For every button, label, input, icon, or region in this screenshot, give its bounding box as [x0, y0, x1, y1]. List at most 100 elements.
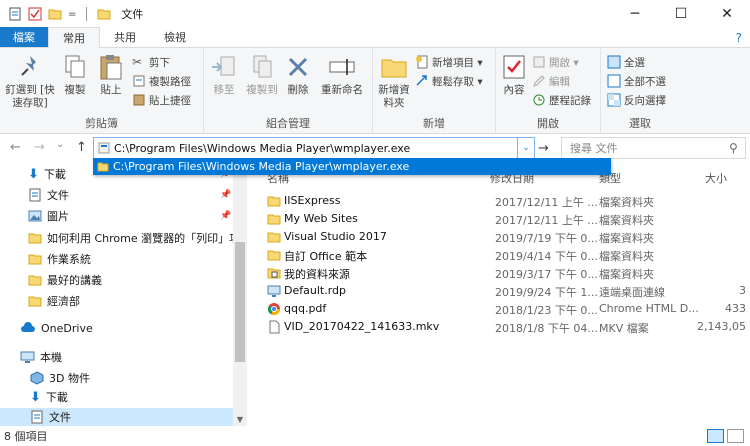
cut-button[interactable]: ✂ 剪下 [132, 54, 170, 70]
paste-button[interactable]: 貼上 [96, 52, 126, 97]
move-to-button[interactable]: 移至 [208, 52, 240, 97]
nav-item-folder[interactable]: 最好的講義 [28, 270, 102, 290]
delete-button[interactable]: 刪除 [284, 52, 312, 97]
item-count: 8 個項目 [4, 430, 48, 443]
file-row[interactable]: IISExpress 2017/12/11 上午 ... 檔案資料夾 [247, 192, 750, 210]
invert-selection-button[interactable]: 反向選擇 [607, 92, 666, 108]
file-row[interactable]: Visual Studio 2017 2019/7/19 下午 0... 檔案資… [247, 228, 750, 246]
file-row[interactable]: 自訂 Office 範本 2019/4/14 下午 0... 檔案資料夾 [247, 246, 750, 264]
pin-icon[interactable]: 📌 [220, 190, 231, 200]
select-all-button[interactable]: 全選 [607, 54, 645, 70]
nav-item-folder[interactable]: 如何利用 Chrome 瀏覽器的「列印」功能 [28, 228, 251, 248]
file-type: Chrome HTML D... [599, 302, 699, 315]
file-name: 自訂 Office 範本 [284, 250, 368, 263]
up-button[interactable]: ↑ [76, 140, 87, 155]
rename-button[interactable]: 重新命名 [316, 52, 368, 97]
pin-to-quick-access-button[interactable]: 釘選到 [快速存取] [4, 52, 56, 110]
nav-item-onedrive[interactable]: OneDrive [20, 318, 93, 338]
nav-item-folder[interactable]: 作業系統 [28, 249, 91, 269]
address-suggestion[interactable]: C:\Program Files\Windows Media Player\wm… [93, 158, 611, 175]
address-dropdown-button[interactable]: ⌄ [518, 137, 535, 159]
nav-item-documents[interactable]: 文件 [0, 408, 233, 426]
properties-button[interactable]: 內容 [500, 52, 528, 97]
copy-to-button[interactable]: 複製到 [244, 52, 280, 97]
nav-item-pictures[interactable]: 圖片 [28, 206, 69, 226]
file-row[interactable]: My Web Sites 2017/12/11 上午 ... 檔案資料夾 [247, 210, 750, 228]
history-button[interactable]: 歷程記錄 [532, 92, 591, 108]
nav-item-3d-objects[interactable]: 3D 物件 [30, 368, 90, 388]
back-button[interactable]: ← [10, 140, 21, 155]
close-button[interactable]: ✕ [704, 0, 750, 28]
cloud-icon [21, 322, 35, 332]
application-icon [98, 142, 110, 154]
maximize-button[interactable]: ☐ [658, 0, 704, 28]
nav-item-downloads[interactable]: ⬇ 下載 [28, 164, 66, 184]
file-row[interactable]: VID_20170422_141633.mkv 2018/1/8 下午 04..… [247, 318, 750, 336]
divider [86, 7, 88, 21]
properties-icon[interactable] [8, 7, 22, 21]
go-button[interactable]: → [538, 141, 549, 156]
file-icon [269, 320, 280, 334]
file-name: VID_20170422_141633.mkv [284, 320, 440, 333]
minimize-button[interactable]: ─ [612, 0, 658, 28]
view-buttons [707, 429, 744, 443]
scissors-icon: ✂ [132, 55, 143, 69]
new-folder-button[interactable]: 新增資料夾 [377, 52, 411, 110]
nav-item-label: 經濟部 [47, 295, 80, 308]
qat-dropdown-icon[interactable]: = [68, 9, 76, 20]
scrollbar-thumb[interactable] [235, 242, 245, 362]
nav-item-label: OneDrive [41, 321, 93, 335]
scroll-down-icon[interactable]: ▼ [233, 415, 247, 424]
file-name: Default.rdp [284, 284, 346, 297]
folder-icon [97, 9, 111, 20]
checkmark-icon[interactable] [28, 7, 42, 21]
nav-item-this-pc[interactable]: 本機 [20, 347, 62, 367]
open-label: 開啟 ▾ [549, 56, 579, 69]
properties-icon [503, 55, 525, 79]
new-item-button[interactable]: 新增項目 ▾ [415, 54, 483, 70]
file-row[interactable]: qqq.pdf 2018/1/23 下午 0... Chrome HTML D.… [247, 300, 750, 318]
select-none-button[interactable]: 全部不選 [607, 73, 666, 89]
pin-icon[interactable]: 📌 [220, 211, 231, 221]
open-button[interactable]: 開啟 ▾ [532, 54, 579, 70]
folder-icon [28, 233, 42, 244]
easy-access-button[interactable]: 輕鬆存取 ▾ [415, 73, 483, 89]
nav-item-documents[interactable]: 文件 [28, 185, 69, 205]
nav-scrollbar[interactable]: ▲ ▼ [233, 162, 247, 426]
nav-item-label: 如何利用 Chrome 瀏覽器的「列印」功能 [47, 232, 252, 245]
address-input[interactable]: C:\Program Files\Windows Media Player\wm… [93, 137, 518, 159]
column-header-size[interactable]: 大小 [705, 170, 727, 188]
large-icons-view-icon[interactable] [727, 429, 744, 443]
forward-button[interactable]: → [34, 140, 45, 155]
paste-label: 貼上 [100, 84, 122, 96]
recent-locations-button[interactable]: ⌄ [56, 139, 64, 150]
nav-item-label: 文件 [49, 411, 71, 424]
edit-button[interactable]: 編輯 [532, 73, 570, 89]
tab-view[interactable]: 檢視 [150, 27, 200, 47]
nav-item-label: 3D 物件 [49, 372, 90, 385]
file-type: MKV 檔案 [599, 322, 649, 335]
open-group: 內容 開啟 ▾ 編輯 歷程記錄 開啟 [496, 48, 601, 134]
paste-shortcut-button[interactable]: 貼上捷徑 [132, 92, 191, 108]
tab-file[interactable]: 檔案 [0, 27, 48, 47]
new-folder-icon[interactable] [48, 7, 62, 21]
help-icon[interactable]: ? [736, 31, 742, 45]
file-row[interactable]: 我的資料來源 2019/3/17 下午 0... 檔案資料夾 [247, 264, 750, 282]
file-type: 遠端桌面連線 [599, 286, 665, 299]
nav-item-downloads[interactable]: ⬇ 下載 [30, 387, 68, 407]
search-input[interactable]: 搜尋 文件 [561, 137, 746, 159]
details-view-icon[interactable] [707, 429, 724, 443]
nav-item-folder[interactable]: 經濟部 [28, 291, 80, 311]
new-item-label: 新增項目 ▾ [432, 56, 483, 69]
tab-share[interactable]: 共用 [100, 27, 150, 47]
file-name: My Web Sites [284, 212, 358, 225]
file-row[interactable]: Default.rdp 2019/9/24 下午 1... 遠端桌面連線 3 [247, 282, 750, 300]
copy-path-button[interactable]: 複製路徑 [132, 73, 191, 89]
open-group-label: 開啟 [537, 117, 559, 130]
file-name: Visual Studio 2017 [284, 230, 387, 243]
file-date: 2018/1/23 下午 0... [495, 304, 598, 317]
file-date: 2017/12/11 上午 ... [495, 214, 598, 227]
documents-icon [31, 410, 43, 424]
copy-button[interactable]: 複製 [60, 52, 90, 97]
tab-home[interactable]: 常用 [48, 27, 100, 48]
